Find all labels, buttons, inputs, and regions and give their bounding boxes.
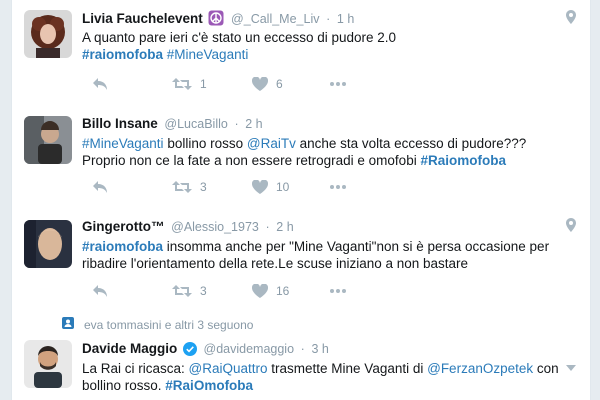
separator-dot: · xyxy=(234,117,239,131)
like-count: 6 xyxy=(276,77,283,91)
tweet-text-segment: insomma anche per "Mine Vaganti"non si è… xyxy=(163,239,550,254)
tweet-text-segment: ribadire l'orientamento della rete.Le sc… xyxy=(82,256,469,271)
tweet-content: Billo Insane @LucaBillo · 2 h #MineVagan… xyxy=(82,116,578,169)
like-icon xyxy=(252,77,268,91)
mention-link[interactable]: @FerzanOzpetek xyxy=(427,361,533,376)
avatar[interactable] xyxy=(24,10,72,58)
tweet-timestamp[interactable]: 1 h xyxy=(337,12,354,26)
tweet[interactable]: Gingerotto™ @Alessio_1973 · 2 h #raiomof… xyxy=(12,208,590,313)
more-icon xyxy=(330,82,346,86)
hashtag-link[interactable]: #MineVaganti xyxy=(167,47,249,62)
tweet-timestamp[interactable]: 2 h xyxy=(245,117,262,131)
more-icon xyxy=(330,289,346,293)
like-icon xyxy=(252,180,268,194)
tweet[interactable]: Livia Fauchelevent @_Call_Me_Liv · 1 h A… xyxy=(12,0,590,99)
like-button[interactable]: 6 xyxy=(252,74,283,94)
author-handle[interactable]: @LucaBillo xyxy=(164,117,227,131)
reply-icon xyxy=(93,181,107,193)
tweet-content: Gingerotto™ @Alessio_1973 · 2 h #raiomof… xyxy=(82,219,578,272)
tweet-header: Livia Fauchelevent @_Call_Me_Liv · 1 h xyxy=(82,10,578,28)
tweet-content: Livia Fauchelevent @_Call_Me_Liv · 1 h A… xyxy=(82,10,578,63)
mention-link[interactable]: @RaiTv xyxy=(247,136,296,151)
retweet-icon xyxy=(172,78,192,90)
tweet-text: #MineVaganti bollino rosso @RaiTv anche … xyxy=(82,135,578,169)
more-button[interactable] xyxy=(330,177,346,197)
tweet-timestamp[interactable]: 2 h xyxy=(276,220,293,234)
reply-button[interactable] xyxy=(92,74,108,94)
tweet-text-segment: Proprio non ce la fate a non essere retr… xyxy=(82,153,421,168)
retweet-button[interactable]: 1 xyxy=(172,74,207,94)
tweet-text-segment: bollino rosso xyxy=(163,136,247,151)
tweet-header: Billo Insane @LucaBillo · 2 h xyxy=(82,116,578,134)
follow-context-icon xyxy=(62,317,74,332)
author-handle[interactable]: @Alessio_1973 xyxy=(171,220,259,234)
like-icon xyxy=(252,284,268,298)
tweet-header: Gingerotto™ @Alessio_1973 · 2 h xyxy=(82,219,578,237)
tweet-actions: 3 10 xyxy=(82,177,382,197)
peace-badge-icon xyxy=(208,10,224,28)
mention-link[interactable]: @RaiQuattro xyxy=(189,361,268,376)
retweet-count: 3 xyxy=(200,284,207,298)
retweet-count: 3 xyxy=(200,180,207,194)
more-icon xyxy=(330,185,346,189)
caret-down-icon[interactable] xyxy=(566,358,576,376)
tweet-actions: 1 6 xyxy=(82,74,382,94)
tweet-text-segment: anche sta volta eccesso di pudore??? xyxy=(295,136,527,151)
retweet-button[interactable]: 3 xyxy=(172,177,207,197)
tweet[interactable]: eva tommasini e altri 3 seguono Davide M… xyxy=(12,312,590,400)
author-name[interactable]: Gingerotto™ xyxy=(82,219,165,234)
like-count: 10 xyxy=(276,180,290,194)
reply-icon xyxy=(93,78,107,90)
avatar[interactable] xyxy=(24,340,72,388)
reply-button[interactable] xyxy=(92,281,108,301)
retweet-count: 1 xyxy=(200,77,207,91)
hashtag-link[interactable]: #raiomofoba xyxy=(82,47,163,62)
avatar[interactable] xyxy=(24,116,72,164)
retweet-button[interactable]: 3 xyxy=(172,281,207,301)
tweet[interactable]: Billo Insane @LucaBillo · 2 h #MineVagan… xyxy=(12,98,590,209)
tweet-text-segment: bollino rosso. xyxy=(82,378,166,393)
author-name[interactable]: Billo Insane xyxy=(82,116,158,131)
like-count: 16 xyxy=(276,284,290,298)
avatar[interactable] xyxy=(24,220,72,268)
verified-badge-icon xyxy=(182,342,197,359)
location-pin-icon[interactable] xyxy=(566,218,576,237)
author-handle[interactable]: @_Call_Me_Liv xyxy=(231,12,319,26)
retweet-icon xyxy=(172,181,192,193)
reply-button[interactable] xyxy=(92,177,108,197)
tweet-header: Davide Maggio @davidemaggio · 3 h xyxy=(82,341,578,359)
tweet-text-segment: A quanto pare ieri c'è stato un eccesso … xyxy=(82,30,397,45)
tweet-text: #raiomofoba insomma anche per "Mine Vaga… xyxy=(82,238,578,272)
tweet-text-segment: La Rai ci ricasca: xyxy=(82,361,189,376)
tweet-timestamp[interactable]: 3 h xyxy=(311,342,328,356)
tweet-text: A quanto pare ieri c'è stato un eccesso … xyxy=(82,29,578,63)
like-button[interactable]: 16 xyxy=(252,281,289,301)
hashtag-link[interactable]: #Raiomofoba xyxy=(420,153,506,168)
tweet-text-segment: trasmette Mine Vaganti di xyxy=(267,361,428,376)
separator-dot: · xyxy=(265,220,270,234)
location-pin-icon[interactable] xyxy=(566,10,576,29)
hashtag-link[interactable]: #MineVaganti xyxy=(82,136,164,151)
retweet-icon xyxy=(172,285,192,297)
hashtag-link[interactable]: #raiomofoba xyxy=(82,239,163,254)
tweet-text: La Rai ci ricasca: @RaiQuattro trasmette… xyxy=(82,360,578,394)
separator-dot: · xyxy=(326,12,331,26)
hashtag-link[interactable]: #RaiOmofoba xyxy=(165,378,253,393)
follow-context-text: eva tommasini e altri 3 seguono xyxy=(84,317,254,332)
tweet-text-segment: con xyxy=(533,361,559,376)
tweet-actions: 3 16 xyxy=(82,281,382,301)
more-button[interactable] xyxy=(330,74,346,94)
tweet-timeline: Livia Fauchelevent @_Call_Me_Liv · 1 h A… xyxy=(11,0,591,400)
tweet-content: Davide Maggio @davidemaggio · 3 h La Rai… xyxy=(82,341,578,394)
author-handle[interactable]: @davidemaggio xyxy=(204,342,295,356)
separator-dot: · xyxy=(300,342,305,356)
more-button[interactable] xyxy=(330,281,346,301)
like-button[interactable]: 10 xyxy=(252,177,289,197)
author-name[interactable]: Livia Fauchelevent xyxy=(82,11,203,26)
author-name[interactable]: Davide Maggio xyxy=(82,341,177,356)
follow-context[interactable]: eva tommasini e altri 3 seguono xyxy=(62,317,253,332)
reply-icon xyxy=(93,285,107,297)
